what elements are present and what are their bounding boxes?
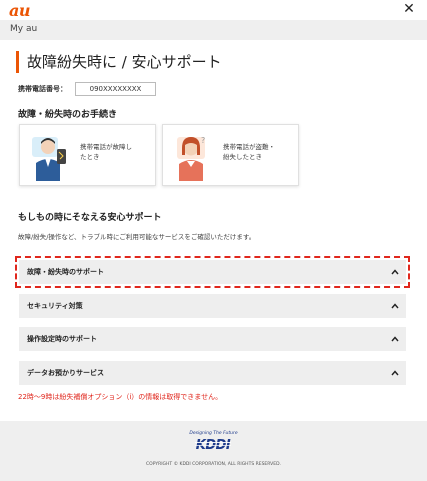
notice-text: 22時～9時は紛失補償オプション（i）の情報は取得できません。 xyxy=(18,393,223,401)
sub-bar: My au xyxy=(0,20,427,40)
broken-phone-card-label: 携帯電話が故障し たとき xyxy=(80,143,132,161)
accordion-label: 操作設定時のサポート xyxy=(27,335,97,343)
close-icon[interactable]: ✕ xyxy=(402,2,416,16)
accordion-label: セキュリティ対策 xyxy=(27,302,83,310)
svg-text:?: ? xyxy=(201,136,205,145)
accordion-label: データお預かりサービス xyxy=(27,369,104,377)
accordion-breakdown-loss-support[interactable]: 故障・紛失時のサポート xyxy=(19,260,406,284)
support-description: 故障/紛失/操作など、トラブル時にご利用可能なサービスをご確認いただけます。 xyxy=(18,233,256,241)
au-logo: au xyxy=(9,1,31,20)
page-title: 故障紛失時に / 安心サポート xyxy=(27,53,222,71)
broken-phone-card[interactable]: 携帯電話が故障し たとき xyxy=(19,124,156,186)
accordion-operation-support[interactable]: 操作設定時のサポート xyxy=(19,327,406,351)
chevron-up-icon xyxy=(391,269,399,275)
copyright-text: COPYRIGHT © KDDI CORPORATION, ALL RIGHTS… xyxy=(146,462,281,467)
lost-phone-card[interactable]: ? 携帯電話が盗難・ 紛失したとき xyxy=(162,124,299,186)
kddi-logo: KDDI xyxy=(195,438,231,452)
page-title-block: 故障紛失時に / 安心サポート xyxy=(16,51,222,73)
broken-phone-man-illustration xyxy=(32,137,66,181)
phone-number-row: 携帯電話番号： 090XXXXXXXX xyxy=(18,82,156,96)
phone-number-value: 090XXXXXXXX xyxy=(75,82,156,96)
phone-number-label: 携帯電話番号： xyxy=(18,85,67,93)
accordion-label: 故障・紛失時のサポート xyxy=(27,268,104,276)
top-bar: au ✕ xyxy=(0,0,427,20)
accordion-data-backup[interactable]: データお預かりサービス xyxy=(19,361,406,385)
lost-phone-woman-illustration: ? xyxy=(177,136,205,181)
lost-phone-card-label: 携帯電話が盗難・ 紛失したとき xyxy=(223,143,275,161)
footer: Designing The Future KDDI COPYRIGHT © KD… xyxy=(0,421,427,481)
accordion-security[interactable]: セキュリティ対策 xyxy=(19,294,406,318)
chevron-up-icon xyxy=(391,336,399,342)
support-title: もしもの時にそなえる安心サポート xyxy=(18,213,162,223)
my-au-label: My au xyxy=(10,24,38,34)
chevron-up-icon xyxy=(391,303,399,309)
chevron-up-icon xyxy=(391,370,399,376)
procedures-title: 故障・紛失時のお手続き xyxy=(18,110,118,120)
